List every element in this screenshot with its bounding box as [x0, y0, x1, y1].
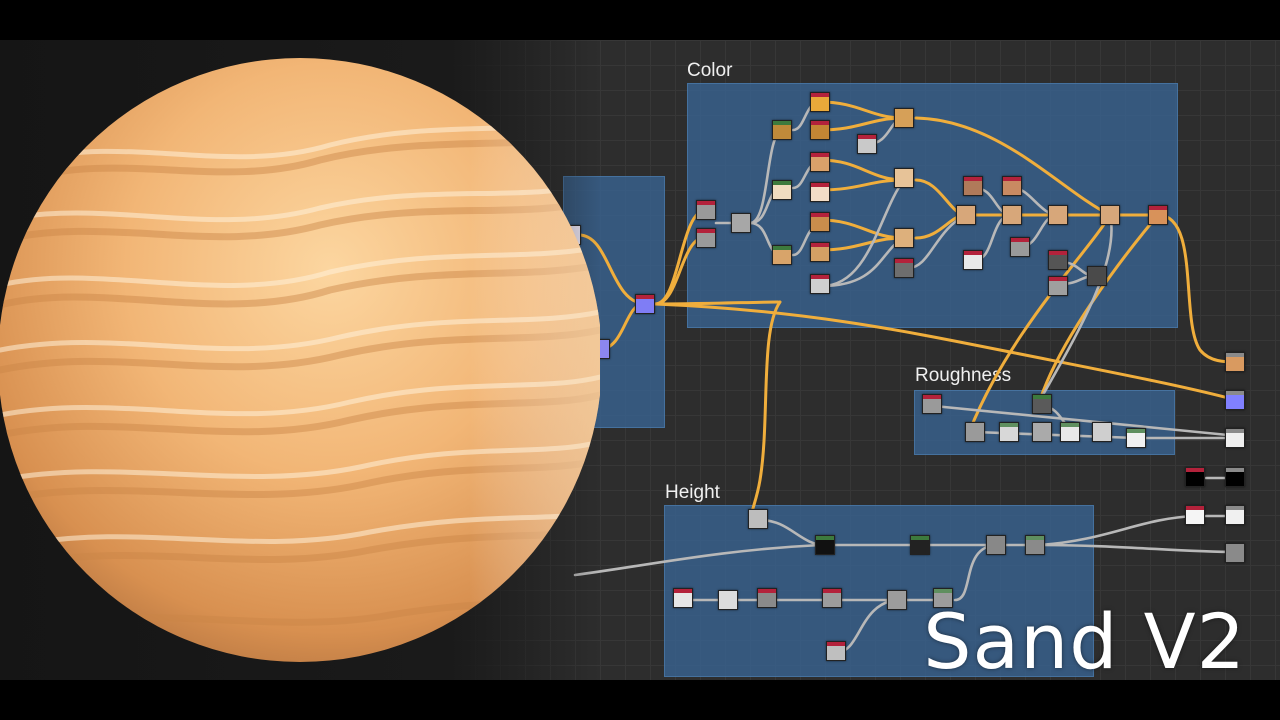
color-node-1[interactable] — [696, 200, 716, 220]
color-node-24[interactable] — [1010, 237, 1030, 257]
blend-node-normal[interactable] — [635, 294, 655, 314]
color-node-20[interactable] — [963, 176, 983, 196]
rough-node-6[interactable] — [1060, 422, 1080, 442]
output-height[interactable] — [1225, 543, 1245, 563]
color-node-13[interactable] — [810, 274, 830, 294]
output-basecolor[interactable] — [1225, 352, 1245, 372]
color-wires — [577, 100, 1238, 520]
height-node-5[interactable] — [1025, 535, 1045, 555]
color-node-3[interactable] — [731, 213, 751, 233]
height-node-8[interactable] — [757, 588, 777, 608]
color-node-14[interactable] — [857, 134, 877, 154]
output-metallic[interactable] — [1225, 467, 1245, 487]
color-node-27[interactable] — [1048, 276, 1068, 296]
rough-node-2[interactable] — [965, 422, 985, 442]
color-node-9[interactable] — [810, 152, 830, 172]
color-node-25[interactable] — [1048, 205, 1068, 225]
color-node-11[interactable] — [810, 212, 830, 232]
height-node-9[interactable] — [822, 588, 842, 608]
color-node-2[interactable] — [696, 228, 716, 248]
color-node-15[interactable] — [894, 108, 914, 128]
color-node-23[interactable] — [1002, 205, 1022, 225]
rough-node-3[interactable] — [999, 422, 1019, 442]
rough-node-5[interactable] — [1032, 422, 1052, 442]
material-preview-sphere[interactable] — [0, 40, 600, 680]
output-ao[interactable] — [1225, 505, 1245, 525]
height-node-10[interactable] — [887, 590, 907, 610]
ao-input[interactable] — [1185, 505, 1205, 525]
height-node-4[interactable] — [986, 535, 1006, 555]
color-node-28[interactable] — [1087, 266, 1107, 286]
color-node-4[interactable] — [772, 120, 792, 140]
height-node-1[interactable] — [748, 509, 768, 529]
video-title: Sand V2 — [923, 597, 1246, 686]
color-node-8[interactable] — [810, 120, 830, 140]
color-node-19[interactable] — [956, 205, 976, 225]
color-node-6[interactable] — [772, 245, 792, 265]
height-node-12[interactable] — [826, 641, 846, 661]
color-node-10[interactable] — [810, 182, 830, 202]
rough-node-4[interactable] — [1032, 394, 1052, 414]
height-node-6[interactable] — [673, 588, 693, 608]
output-roughness[interactable] — [1225, 428, 1245, 448]
color-node-16[interactable] — [894, 168, 914, 188]
color-node-5[interactable] — [772, 180, 792, 200]
color-node-7[interactable] — [810, 92, 830, 112]
height-node-2[interactable] — [815, 535, 835, 555]
color-node-12[interactable] — [810, 242, 830, 262]
height-node-7[interactable] — [718, 590, 738, 610]
color-node-26[interactable] — [1048, 250, 1068, 270]
metallic-input[interactable] — [1185, 467, 1205, 487]
color-node-18[interactable] — [894, 258, 914, 278]
color-node-22[interactable] — [1002, 176, 1022, 196]
color-node-29[interactable] — [1100, 205, 1120, 225]
color-node-21[interactable] — [963, 250, 983, 270]
rough-node-1[interactable] — [922, 394, 942, 414]
color-node-17[interactable] — [894, 228, 914, 248]
output-normal[interactable] — [1225, 390, 1245, 410]
height-node-3[interactable] — [910, 535, 930, 555]
rough-node-8[interactable] — [1126, 428, 1146, 448]
color-node-30[interactable] — [1148, 205, 1168, 225]
rough-node-7[interactable] — [1092, 422, 1112, 442]
